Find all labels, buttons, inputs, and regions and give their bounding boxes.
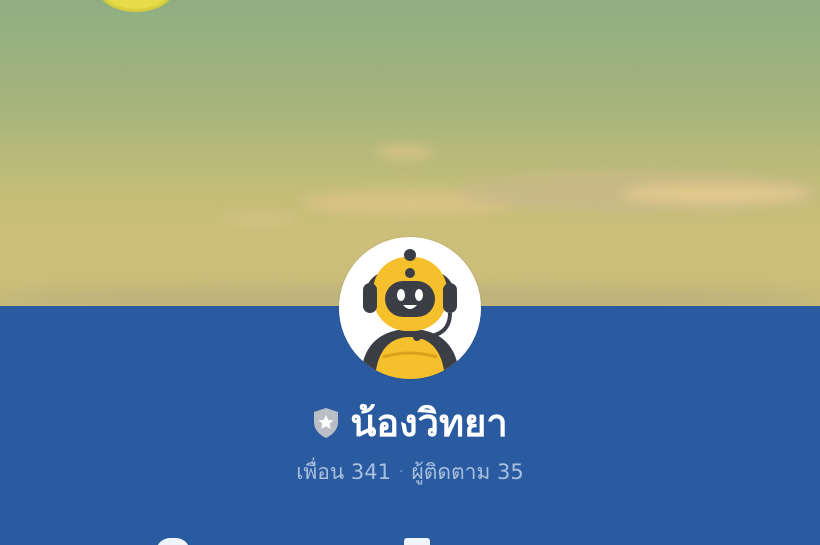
followers-label: ผู้ติดตาม (411, 460, 491, 484)
separator-dot: · (399, 464, 404, 480)
followers-count: 35 (497, 460, 524, 484)
verified-shield-star-icon (314, 408, 339, 438)
avatar[interactable] (339, 237, 481, 379)
profile-screen: น้องวิทยา เพื่อน 341 · ผู้ติดตาม 35 (0, 0, 820, 545)
robot-headset-avatar-icon (339, 237, 481, 379)
cloud (375, 146, 435, 158)
friends-label: เพื่อน (296, 460, 345, 484)
sun-shape (98, 0, 174, 12)
followers-stat[interactable]: ผู้ติดตาม 35 (411, 458, 523, 486)
friends-stat[interactable]: เพื่อน 341 (296, 458, 391, 486)
post-icon[interactable] (404, 538, 430, 545)
cloud (620, 184, 810, 204)
profile-name: น้องวิทยา (350, 401, 508, 445)
stats-row: เพื่อน 341 · ผู้ติดตาม 35 (0, 458, 820, 486)
friends-count: 341 (350, 460, 392, 484)
name-row: น้องวิทยา (0, 398, 820, 448)
cloud (220, 214, 300, 224)
